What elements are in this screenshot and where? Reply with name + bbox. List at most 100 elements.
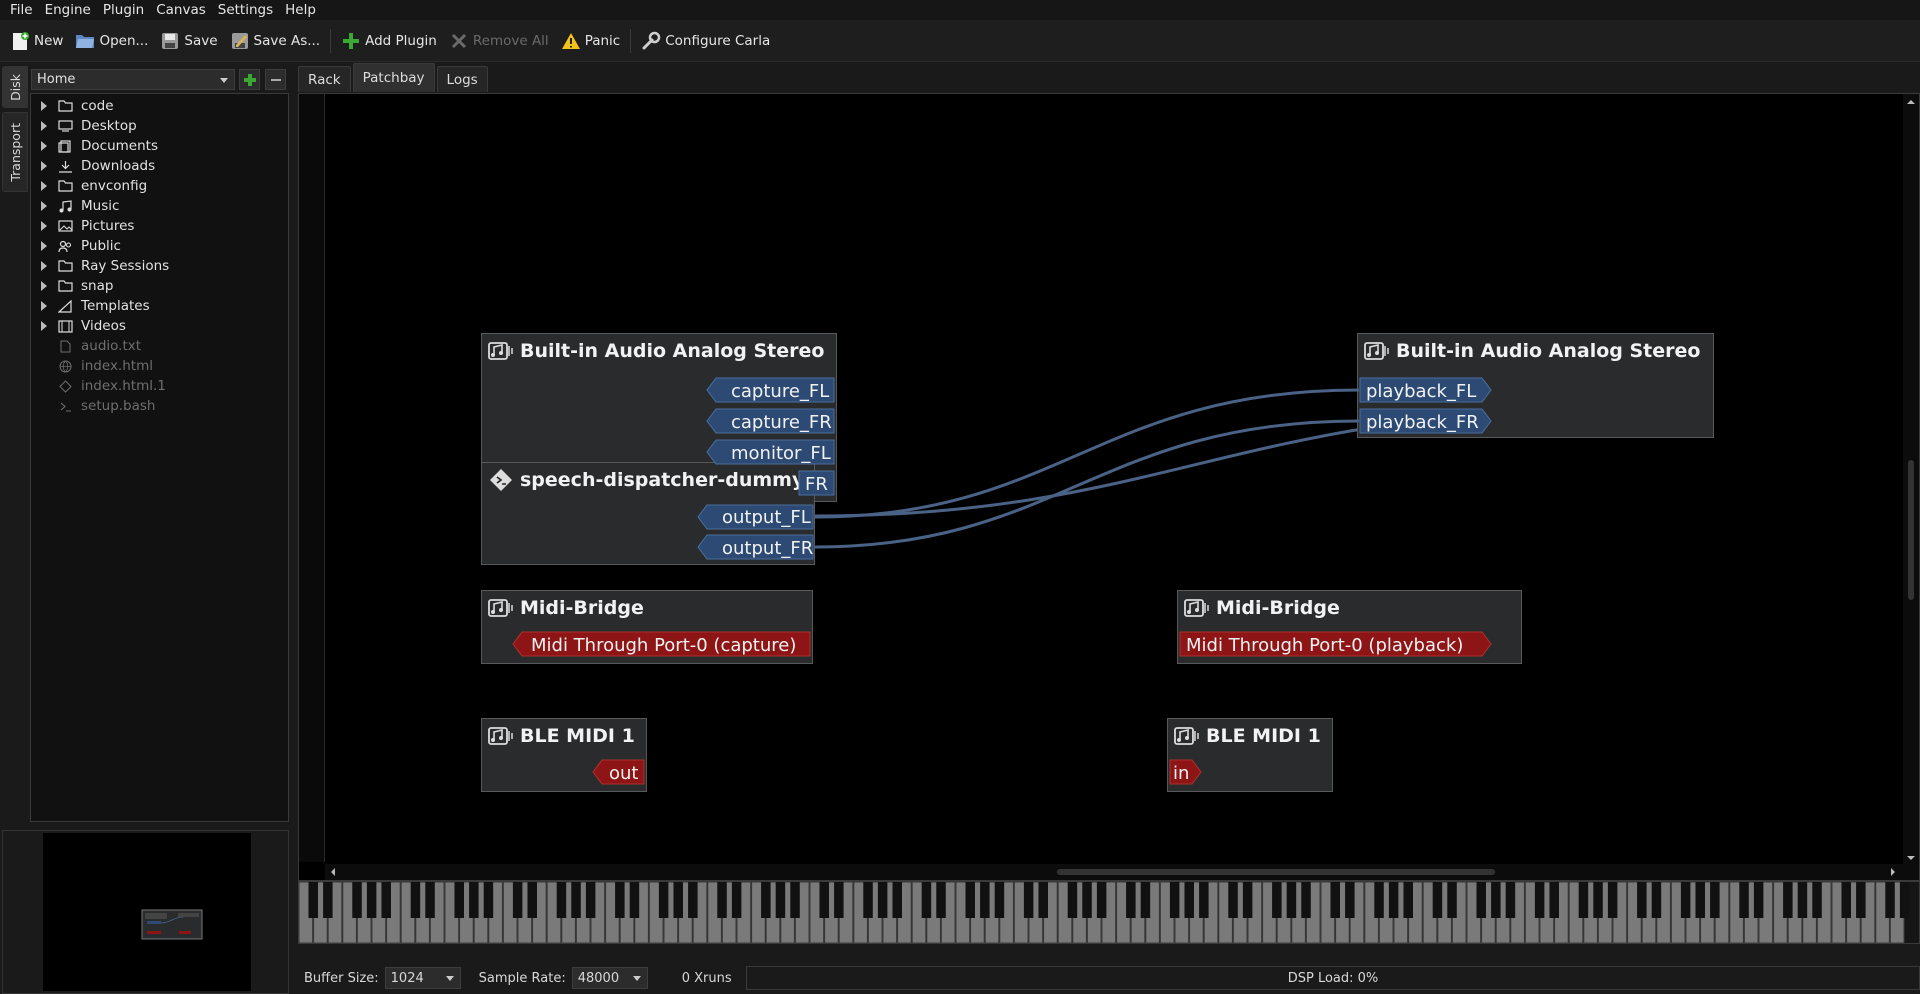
piano-keyboard[interactable] bbox=[298, 881, 1920, 944]
save-as-button[interactable]: Save As... bbox=[224, 26, 327, 56]
black-key[interactable] bbox=[512, 882, 523, 918]
menu-file[interactable]: File bbox=[4, 0, 39, 20]
black-key[interactable] bbox=[1140, 882, 1151, 918]
black-key[interactable] bbox=[1491, 882, 1501, 918]
black-key[interactable] bbox=[819, 882, 829, 918]
black-key[interactable] bbox=[1301, 882, 1311, 918]
scrollbar-handle[interactable] bbox=[1908, 460, 1914, 600]
black-key[interactable] bbox=[1082, 882, 1092, 918]
black-key[interactable] bbox=[1607, 882, 1618, 918]
tab-patchbay[interactable]: Patchbay bbox=[352, 63, 435, 92]
black-key[interactable] bbox=[1199, 882, 1209, 918]
black-key[interactable] bbox=[1228, 882, 1238, 918]
black-key[interactable] bbox=[1476, 882, 1486, 918]
black-key[interactable] bbox=[1067, 882, 1078, 918]
black-key[interactable] bbox=[1695, 882, 1705, 918]
black-key[interactable] bbox=[1169, 882, 1180, 918]
canvas-vertical-scrollbar[interactable] bbox=[1903, 94, 1919, 866]
black-key[interactable] bbox=[877, 882, 888, 918]
expand-arrow-icon[interactable] bbox=[41, 261, 51, 271]
black-key[interactable] bbox=[1345, 882, 1355, 918]
tree-folder-music[interactable]: Music bbox=[31, 196, 119, 216]
black-key[interactable] bbox=[1505, 882, 1516, 918]
save-button[interactable]: Save bbox=[154, 26, 223, 56]
scrollbar-handle[interactable] bbox=[1057, 869, 1495, 875]
black-key[interactable] bbox=[1637, 882, 1647, 918]
black-key[interactable] bbox=[483, 882, 494, 918]
black-key[interactable] bbox=[1549, 882, 1559, 918]
connection-output-fr-playback-fr[interactable] bbox=[814, 419, 1360, 549]
tree-folder-ray-sessions[interactable]: Ray Sessions bbox=[31, 256, 169, 276]
black-key[interactable] bbox=[1578, 882, 1589, 918]
tree-file-index-html[interactable]: index.html bbox=[31, 356, 153, 376]
black-key[interactable] bbox=[1432, 882, 1443, 918]
canvas-horizontal-scrollbar[interactable] bbox=[325, 864, 1919, 880]
black-key[interactable] bbox=[352, 882, 362, 918]
black-key[interactable] bbox=[1593, 882, 1603, 918]
open-button[interactable]: Open... bbox=[69, 26, 154, 56]
black-key[interactable] bbox=[1651, 882, 1662, 918]
black-key[interactable] bbox=[469, 882, 479, 918]
scroll-right-icon[interactable] bbox=[1887, 864, 1899, 880]
black-key[interactable] bbox=[790, 882, 800, 918]
black-key[interactable] bbox=[1388, 882, 1399, 918]
expand-arrow-icon[interactable] bbox=[41, 181, 51, 191]
black-key[interactable] bbox=[658, 882, 669, 918]
tab-disk[interactable]: Disk bbox=[2, 66, 28, 108]
scroll-left-icon[interactable] bbox=[327, 864, 339, 880]
black-key[interactable] bbox=[571, 882, 581, 918]
black-key[interactable] bbox=[1023, 882, 1034, 918]
black-key[interactable] bbox=[688, 882, 698, 918]
black-key[interactable] bbox=[1330, 882, 1340, 918]
black-key[interactable] bbox=[1797, 882, 1808, 918]
new-button[interactable]: New bbox=[4, 26, 69, 56]
expand-arrow-icon[interactable] bbox=[41, 281, 51, 291]
piano-keys[interactable] bbox=[299, 882, 1919, 943]
expand-arrow-icon[interactable] bbox=[41, 101, 51, 111]
xruns-counter[interactable]: 0 Xruns bbox=[682, 971, 732, 986]
scroll-up-icon[interactable] bbox=[1903, 96, 1919, 108]
black-key[interactable] bbox=[1126, 882, 1136, 918]
black-key[interactable] bbox=[1374, 882, 1384, 918]
black-key[interactable] bbox=[615, 882, 625, 918]
tree-folder-snap[interactable]: snap bbox=[31, 276, 113, 296]
black-key[interactable] bbox=[1038, 882, 1048, 918]
menu-settings[interactable]: Settings bbox=[212, 0, 279, 20]
black-key[interactable] bbox=[1899, 882, 1910, 918]
add-plugin-button[interactable]: Add Plugin bbox=[335, 26, 443, 56]
tree-file-setup-bash[interactable]: setup.bash bbox=[31, 396, 155, 416]
black-key[interactable] bbox=[1447, 882, 1457, 918]
menu-plugin[interactable]: Plugin bbox=[97, 0, 150, 20]
black-key[interactable] bbox=[1753, 882, 1764, 918]
location-combo[interactable]: Home bbox=[31, 69, 235, 90]
black-key[interactable] bbox=[863, 882, 873, 918]
black-key[interactable] bbox=[527, 882, 537, 918]
black-key[interactable] bbox=[1680, 882, 1691, 918]
tree-file-audio-txt[interactable]: audio.txt bbox=[31, 336, 141, 356]
black-key[interactable] bbox=[1885, 882, 1895, 918]
patchbay-canvas[interactable]: Built-in Audio Analog Stereo speech-disp… bbox=[298, 93, 1920, 881]
tab-rack[interactable]: Rack bbox=[298, 66, 351, 92]
black-key[interactable] bbox=[761, 882, 771, 918]
black-key[interactable] bbox=[629, 882, 640, 918]
black-key[interactable] bbox=[454, 882, 464, 918]
remove-all-button[interactable]: Remove All bbox=[443, 26, 555, 56]
black-key[interactable] bbox=[323, 882, 333, 918]
panic-button[interactable]: Panic bbox=[555, 26, 627, 56]
black-key[interactable] bbox=[834, 882, 844, 918]
sample-rate-combo[interactable]: 48000 bbox=[571, 967, 648, 989]
tree-file-index-html-1[interactable]: index.html.1 bbox=[31, 376, 166, 396]
expand-arrow-icon[interactable] bbox=[41, 221, 51, 231]
tree-folder-public[interactable]: Public bbox=[31, 236, 121, 256]
black-key[interactable] bbox=[1841, 882, 1851, 918]
black-key[interactable] bbox=[1783, 882, 1793, 918]
black-key[interactable] bbox=[673, 882, 683, 918]
expand-arrow-icon[interactable] bbox=[41, 161, 51, 171]
expand-arrow-icon[interactable] bbox=[41, 201, 51, 211]
black-key[interactable] bbox=[1184, 882, 1194, 918]
tree-folder-templates[interactable]: Templates bbox=[31, 296, 150, 316]
black-key[interactable] bbox=[980, 882, 990, 918]
black-key[interactable] bbox=[425, 882, 435, 918]
tree-folder-envconfig[interactable]: envconfig bbox=[31, 176, 147, 196]
tree-folder-code[interactable]: code bbox=[31, 96, 114, 116]
